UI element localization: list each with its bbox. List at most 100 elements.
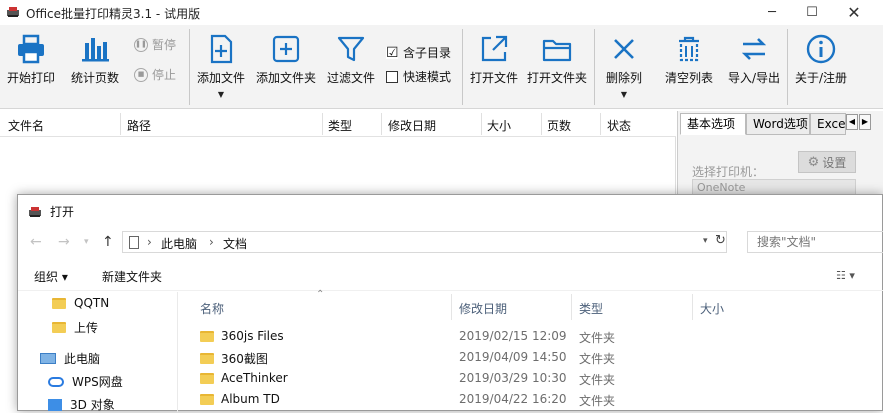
add-file-dropdown-icon[interactable]: ▼ [193, 90, 249, 99]
folder-icon [200, 393, 214, 405]
column-header-path[interactable]: 路径 [127, 117, 151, 134]
address-row: ← → ▾ ↑ › 此电脑 › 文档 ▾ ↻ 搜索"文档" [18, 229, 883, 257]
include-subdir-label: 含子目录 [403, 46, 452, 60]
filter-file-button[interactable]: 过滤文件 [323, 33, 379, 86]
new-folder-button[interactable]: 新建文件夹 [102, 268, 162, 285]
include-subdir-checkbox-box[interactable]: ☑ [386, 46, 399, 60]
add-file-button[interactable]: 添加文件 ▼ [193, 33, 249, 99]
nav-item-3d-objects[interactable]: 3D 对象 [48, 396, 115, 413]
column-header-date[interactable]: 修改日期 [459, 300, 507, 317]
stop-button[interactable]: ■ 停止 [134, 66, 176, 83]
gear-icon: ⚙ [807, 154, 820, 170]
add-folder-button[interactable]: 添加文件夹 [253, 33, 319, 86]
file-type: 文件夹 [579, 373, 616, 387]
view-options-icon[interactable]: ☷ ▾ [836, 269, 855, 282]
column-divider[interactable] [600, 113, 601, 135]
include-subdir-checkbox[interactable]: ☑ 含子目录 [386, 44, 451, 61]
open-file-button[interactable]: 打开文件 [466, 33, 522, 86]
column-header-type[interactable]: 类型 [579, 300, 603, 317]
column-header-pages[interactable]: 页数 [547, 117, 571, 134]
nav-item-upload[interactable]: 上传 [52, 319, 98, 336]
printer-settings-label: 设置 [822, 155, 847, 170]
import-export-button[interactable]: 导入/导出 [724, 33, 784, 86]
open-folder-button[interactable]: 打开文件夹 [524, 33, 590, 86]
about-register-button[interactable]: 关于/注册 [790, 33, 852, 86]
add-folder-icon [272, 35, 300, 63]
column-divider[interactable] [541, 113, 542, 135]
column-header-modified[interactable]: 修改日期 [388, 117, 436, 134]
forward-arrow-icon[interactable]: → [58, 234, 70, 250]
column-header-filename[interactable]: 文件名 [8, 117, 44, 134]
breadcrumb-this-pc[interactable]: 此电脑 [161, 235, 197, 252]
file-type: 文件夹 [579, 352, 616, 366]
app-logo-icon [29, 206, 41, 217]
breadcrumb-separator-icon[interactable]: › [147, 235, 152, 249]
bar-chart-icon [82, 38, 109, 62]
count-pages-button[interactable]: 统计页数 [66, 33, 124, 86]
tab-word-options[interactable]: Word选项 [746, 113, 810, 135]
column-divider[interactable] [120, 113, 121, 135]
column-header-size[interactable]: 大小 [487, 117, 511, 134]
nav-item-label: QQTN [74, 296, 110, 310]
file-row[interactable]: 360截图 2019/04/09 14:50 文件夹 [179, 348, 883, 368]
file-date: 2019/02/15 12:09 [459, 329, 567, 343]
file-row[interactable]: AceThinker 2019/03/29 10:30 文件夹 [179, 369, 883, 389]
address-dropdown-icon[interactable]: ▾ [703, 236, 708, 246]
add-file-label: 添加文件 [196, 71, 245, 85]
toolbar-separator [462, 29, 463, 105]
maximize-button[interactable]: ☐ [792, 0, 832, 25]
organize-button[interactable]: 组织 ▾ [34, 268, 68, 285]
column-divider[interactable] [451, 294, 452, 320]
file-row[interactable]: Album TD 2019/04/22 16:20 文件夹 [179, 390, 883, 410]
breadcrumb-separator-icon[interactable]: › [209, 235, 214, 249]
toolbar-separator [594, 29, 595, 105]
back-arrow-icon[interactable]: ← [30, 234, 42, 250]
file-date: 2019/04/22 16:20 [459, 392, 567, 406]
column-divider[interactable] [481, 113, 482, 135]
printer-settings-button[interactable]: ⚙ 设置 [798, 151, 856, 173]
refresh-icon[interactable]: ↻ [715, 233, 726, 248]
nav-item-this-pc[interactable]: 此电脑 [40, 350, 100, 367]
fast-mode-checkbox[interactable]: 快速模式 [386, 68, 451, 85]
minimize-button[interactable]: ─ [752, 0, 792, 25]
delete-x-icon [614, 39, 634, 59]
column-header-type[interactable]: 类型 [328, 117, 352, 134]
pause-button[interactable]: ❚❚ 暂停 [134, 36, 176, 53]
column-header-name[interactable]: 名称 [200, 300, 224, 317]
toolbar-separator [787, 29, 788, 105]
tab-scroll-right-icon[interactable]: ▶ [859, 114, 871, 130]
file-type: 文件夹 [579, 331, 616, 345]
up-arrow-icon[interactable]: ↑ [102, 234, 114, 250]
tab-basic-options[interactable]: 基本选项 [680, 113, 746, 135]
add-folder-label: 添加文件夹 [255, 71, 316, 85]
tab-excel-options[interactable]: Excel [810, 113, 846, 135]
nav-item-wps-drive[interactable]: WPS网盘 [48, 373, 123, 390]
file-list-header: 文件名 路径 类型 修改日期 大小 页数 状态 [0, 111, 676, 137]
search-input[interactable]: 搜索"文档" [747, 231, 883, 253]
recent-dropdown-icon[interactable]: ▾ [84, 237, 89, 247]
column-divider[interactable] [381, 113, 382, 135]
column-divider[interactable] [571, 294, 572, 320]
column-header-size[interactable]: 大小 [700, 300, 724, 317]
tab-scroll-left-icon[interactable]: ◀ [846, 114, 858, 130]
column-divider[interactable] [692, 294, 693, 320]
nav-item-label: 此电脑 [64, 352, 101, 366]
navigation-pane: QQTN 上传 此电脑 WPS网盘 3D 对象 [18, 292, 178, 412]
breadcrumb-documents[interactable]: 文档 [223, 235, 247, 252]
delete-column-dropdown-icon[interactable]: ▼ [600, 90, 648, 99]
start-print-button[interactable]: 开始打印 [4, 33, 58, 86]
fast-mode-checkbox-box[interactable] [386, 70, 398, 83]
nav-item-qqtn[interactable]: QQTN [52, 296, 109, 310]
start-print-label: 开始打印 [6, 71, 55, 85]
folder-icon [200, 330, 214, 342]
column-header-status[interactable]: 状态 [607, 117, 631, 134]
column-divider[interactable] [322, 113, 323, 135]
delete-column-button[interactable]: 删除列 ▼ [600, 33, 648, 99]
close-button[interactable]: ✕ [834, 0, 874, 25]
address-bar[interactable]: › 此电脑 › 文档 ▾ ↻ [122, 231, 727, 253]
swap-arrows-icon [741, 38, 767, 60]
file-row[interactable]: 360js Files 2019/02/15 12:09 文件夹 [179, 327, 883, 347]
stop-icon: ■ [134, 67, 148, 82]
open-folder-label: 打开文件夹 [526, 71, 587, 85]
clear-list-button[interactable]: 清空列表 [660, 33, 718, 86]
